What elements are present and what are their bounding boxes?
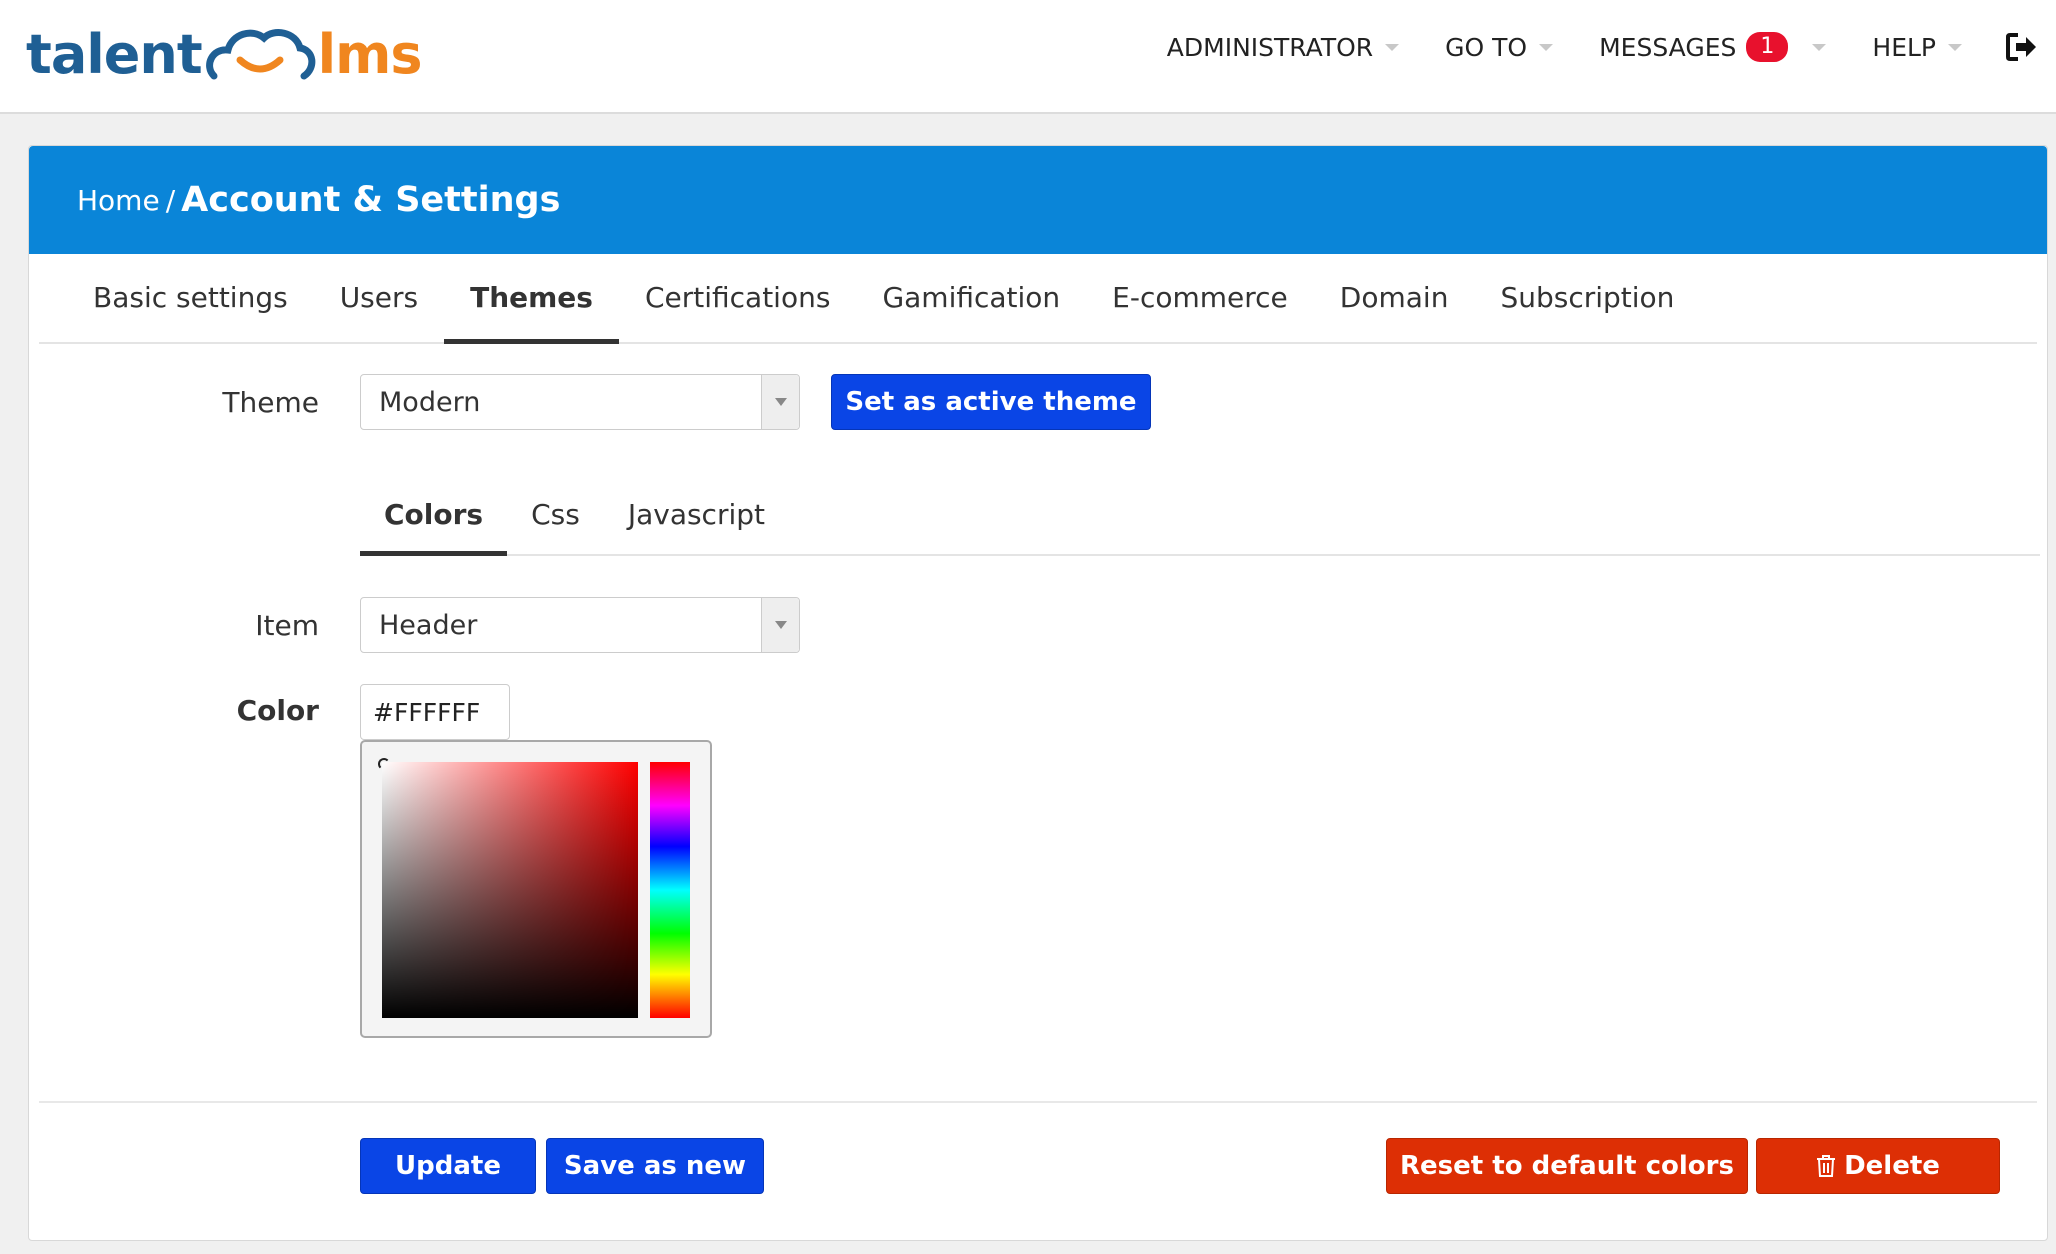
save-as-new-button[interactable]: Save as new: [546, 1138, 764, 1194]
help-menu[interactable]: HELP: [1872, 33, 1962, 62]
form-divider: [39, 1101, 2037, 1103]
administrator-label: ADMINISTRATOR: [1166, 32, 1374, 62]
talentlms-logo[interactable]: talent lms: [26, 14, 423, 94]
goto-label: GO TO: [1445, 32, 1528, 62]
tab-css[interactable]: Css: [507, 474, 604, 554]
caret-down-icon: [1948, 43, 1962, 51]
breadcrumb-home-link[interactable]: Home: [77, 184, 160, 217]
tab-users[interactable]: Users: [314, 252, 444, 342]
tab-subscription[interactable]: Subscription: [1474, 252, 1700, 342]
saturation-value-area[interactable]: [378, 758, 638, 1018]
goto-menu[interactable]: GO TO: [1445, 32, 1554, 62]
tab-domain[interactable]: Domain: [1314, 252, 1475, 342]
theme-editor-tabs: Colors Css Javascript: [360, 476, 2040, 556]
theme-label: Theme: [222, 386, 319, 419]
tab-e-commerce[interactable]: E-commerce: [1086, 252, 1314, 342]
caret-down-icon: [1385, 43, 1400, 51]
logout-button[interactable]: [2006, 32, 2038, 62]
messages-label: MESSAGES: [1599, 32, 1737, 62]
sign-out-icon: [2006, 33, 2036, 61]
tab-basic-settings[interactable]: Basic settings: [39, 252, 314, 342]
hue-slider[interactable]: [650, 762, 690, 1018]
breadcrumb-separator: /: [165, 183, 176, 217]
item-select[interactable]: Header: [360, 597, 800, 653]
tab-colors[interactable]: Colors: [360, 474, 508, 556]
settings-tabs: Basic settings Users Themes Certificatio…: [39, 254, 2037, 344]
card-header: Home / Account & Settings: [29, 146, 2047, 254]
tab-gamification[interactable]: Gamification: [856, 252, 1086, 342]
tab-certifications[interactable]: Certifications: [619, 252, 856, 342]
tab-javascript[interactable]: Javascript: [604, 474, 789, 554]
messages-menu[interactable]: MESSAGES 1: [1599, 32, 1827, 62]
cloud-icon: [205, 29, 315, 80]
messages-count-badge: 1: [1746, 32, 1789, 62]
caret-down-icon: [1539, 43, 1554, 51]
color-picker: [360, 740, 712, 1038]
hue-slider-handle[interactable]: [650, 1012, 690, 1020]
update-button[interactable]: Update: [360, 1138, 536, 1194]
trash-icon: [1817, 1155, 1836, 1177]
reset-default-colors-button[interactable]: Reset to default colors: [1386, 1138, 1748, 1194]
theme-select[interactable]: Modern: [360, 374, 800, 430]
item-select-value: Header: [379, 609, 478, 641]
top-bar: talent lms ADMINISTRATOR GO TO MESSAGES …: [0, 0, 2056, 114]
color-hex-input[interactable]: [360, 684, 510, 740]
tab-themes[interactable]: Themes: [444, 252, 619, 344]
delete-button[interactable]: Delete: [1756, 1138, 2000, 1194]
color-picker-handle[interactable]: [378, 758, 390, 770]
color-label: Color: [236, 694, 319, 727]
administrator-menu[interactable]: ADMINISTRATOR: [1166, 32, 1400, 62]
settings-card: Home / Account & Settings Basic settings…: [28, 145, 2048, 1241]
item-label: Item: [255, 609, 319, 642]
page-title: Account & Settings: [181, 180, 561, 220]
set-active-theme-button[interactable]: Set as active theme: [831, 374, 1151, 430]
dropdown-arrow-icon: [761, 375, 799, 429]
dropdown-arrow-icon: [761, 598, 799, 652]
logo-text-lms: lms: [317, 22, 423, 86]
caret-down-icon: [1812, 43, 1827, 51]
help-label: HELP: [1872, 32, 1936, 62]
delete-button-label: Delete: [1844, 1151, 1940, 1181]
top-navigation: ADMINISTRATOR GO TO MESSAGES 1 HELP: [1121, 24, 2038, 70]
logo-text-talent: talent: [26, 22, 203, 86]
theme-select-value: Modern: [379, 386, 481, 418]
